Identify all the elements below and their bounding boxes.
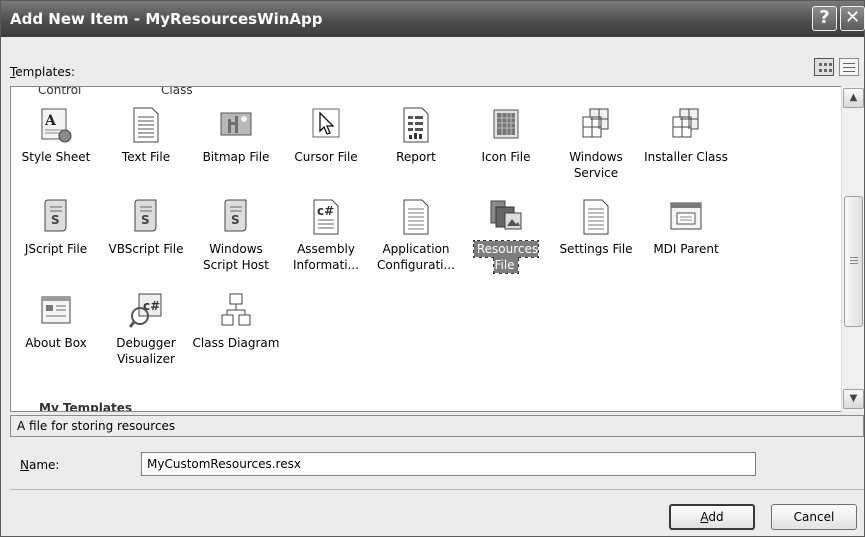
template-label: Windows Script Host bbox=[203, 242, 269, 272]
close-button[interactable]: ✕ bbox=[840, 6, 865, 31]
app-config-icon bbox=[403, 199, 429, 235]
name-input[interactable] bbox=[141, 452, 756, 476]
large-icons-view-button[interactable] bbox=[814, 58, 834, 76]
scroll-down-button[interactable]: ▼ bbox=[843, 389, 864, 409]
template-label: Assembly Informati... bbox=[293, 242, 359, 272]
jscript-file-icon: S bbox=[44, 199, 67, 232]
svg-text:S: S bbox=[51, 213, 60, 227]
template-label: Text File bbox=[121, 150, 171, 164]
add-button[interactable]: Add bbox=[669, 504, 755, 530]
template-label: Application Configurati... bbox=[377, 242, 455, 272]
svg-text:c#: c# bbox=[317, 204, 334, 218]
template-label: Installer Class bbox=[644, 150, 728, 164]
template-bitmap-file[interactable]: Bitmap File bbox=[191, 105, 281, 189]
template-label: Cursor File bbox=[294, 150, 358, 164]
template-label: Style Sheet bbox=[21, 150, 91, 164]
template-windows-script-host[interactable]: S Windows Script Host bbox=[191, 197, 281, 281]
svg-text:S: S bbox=[231, 213, 240, 227]
template-style-sheet[interactable]: A Style Sheet bbox=[11, 105, 101, 189]
title-bar: Add New Item - MyResourcesWinApp ? ✕ bbox=[1, 1, 865, 37]
windows-script-host-icon: S bbox=[224, 199, 247, 232]
template-label: JScript File bbox=[24, 242, 88, 256]
template-label: Resources File bbox=[461, 240, 551, 274]
icon-file-icon bbox=[493, 109, 519, 139]
svg-text:S: S bbox=[141, 213, 150, 227]
template-text-file[interactable]: Text File bbox=[101, 105, 191, 189]
template-mdi-parent[interactable]: MDI Parent bbox=[641, 197, 731, 281]
template-vbscript-file[interactable]: S VBScript File bbox=[101, 197, 191, 281]
template-report[interactable]: Report bbox=[371, 105, 461, 189]
group-heading-partial: My Templates bbox=[39, 401, 132, 412]
svg-text:A: A bbox=[44, 113, 57, 129]
vertical-scrollbar[interactable]: ▲ ▼ bbox=[841, 86, 864, 412]
class-diagram-icon bbox=[221, 293, 251, 326]
report-icon bbox=[403, 107, 429, 143]
template-label: Bitmap File bbox=[202, 150, 270, 164]
text-file-icon bbox=[133, 107, 159, 143]
scroll-thumb[interactable] bbox=[844, 196, 863, 327]
name-label: Name: bbox=[20, 458, 60, 472]
template-label: Class Diagram bbox=[192, 336, 280, 350]
debugger-visualizer-icon: c# bbox=[129, 293, 162, 328]
mdi-parent-icon bbox=[670, 202, 702, 230]
bitmap-file-icon bbox=[220, 112, 252, 136]
about-box-icon bbox=[41, 296, 71, 324]
settings-file-icon bbox=[583, 199, 609, 235]
assembly-info-icon: c# bbox=[313, 199, 339, 235]
template-label: VBScript File bbox=[108, 242, 184, 256]
template-label: About Box bbox=[25, 336, 87, 350]
partial-item-label: Class bbox=[161, 86, 193, 97]
style-sheet-icon: A bbox=[41, 108, 72, 143]
add-new-item-dialog: Add New Item - MyResourcesWinApp ? ✕ Tem… bbox=[0, 0, 865, 537]
template-label: MDI Parent bbox=[653, 242, 719, 256]
scroll-up-button[interactable]: ▲ bbox=[843, 88, 864, 108]
resources-file-icon bbox=[490, 200, 522, 230]
template-settings-file[interactable]: Settings File bbox=[551, 197, 641, 281]
windows-service-icon bbox=[582, 108, 609, 138]
template-label: Settings File bbox=[559, 242, 633, 256]
template-description: A file for storing resources bbox=[10, 415, 864, 437]
template-icon-file[interactable]: Icon File bbox=[461, 105, 551, 189]
template-jscript-file[interactable]: S JScript File bbox=[11, 197, 101, 281]
help-button[interactable]: ? bbox=[812, 6, 837, 31]
template-windows-service[interactable]: Windows Service bbox=[551, 105, 641, 189]
template-installer-class[interactable]: Installer Class bbox=[641, 105, 731, 189]
partial-item-label: Control bbox=[38, 86, 82, 97]
template-debugger-visualizer[interactable]: c# Debugger Visualizer bbox=[101, 291, 191, 375]
template-label: Debugger Visualizer bbox=[116, 336, 176, 366]
template-about-box[interactable]: About Box bbox=[11, 291, 101, 375]
template-assembly-information[interactable]: c# Assembly Informati... bbox=[281, 197, 371, 281]
vbscript-file-icon: S bbox=[134, 199, 157, 232]
template-label: Icon File bbox=[481, 150, 531, 164]
template-label: Windows Service bbox=[569, 150, 623, 180]
cursor-file-icon bbox=[312, 108, 340, 138]
dialog-title: Add New Item - MyResourcesWinApp bbox=[10, 10, 323, 28]
template-resources-file[interactable]: Resources File bbox=[461, 197, 551, 281]
template-application-configuration[interactable]: Application Configurati... bbox=[371, 197, 461, 281]
template-cursor-file[interactable]: Cursor File bbox=[281, 105, 371, 189]
divider bbox=[10, 489, 864, 490]
templates-list[interactable]: Control Class A Style Sheet Text File Bi… bbox=[10, 86, 864, 412]
template-class-diagram[interactable]: Class Diagram bbox=[191, 291, 281, 375]
small-icons-view-button[interactable] bbox=[839, 58, 859, 76]
grip-icon bbox=[850, 257, 858, 264]
cancel-button[interactable]: Cancel bbox=[771, 504, 857, 530]
template-label: Report bbox=[396, 150, 436, 164]
templates-label: Templates: bbox=[10, 65, 76, 79]
installer-class-icon bbox=[672, 108, 699, 138]
